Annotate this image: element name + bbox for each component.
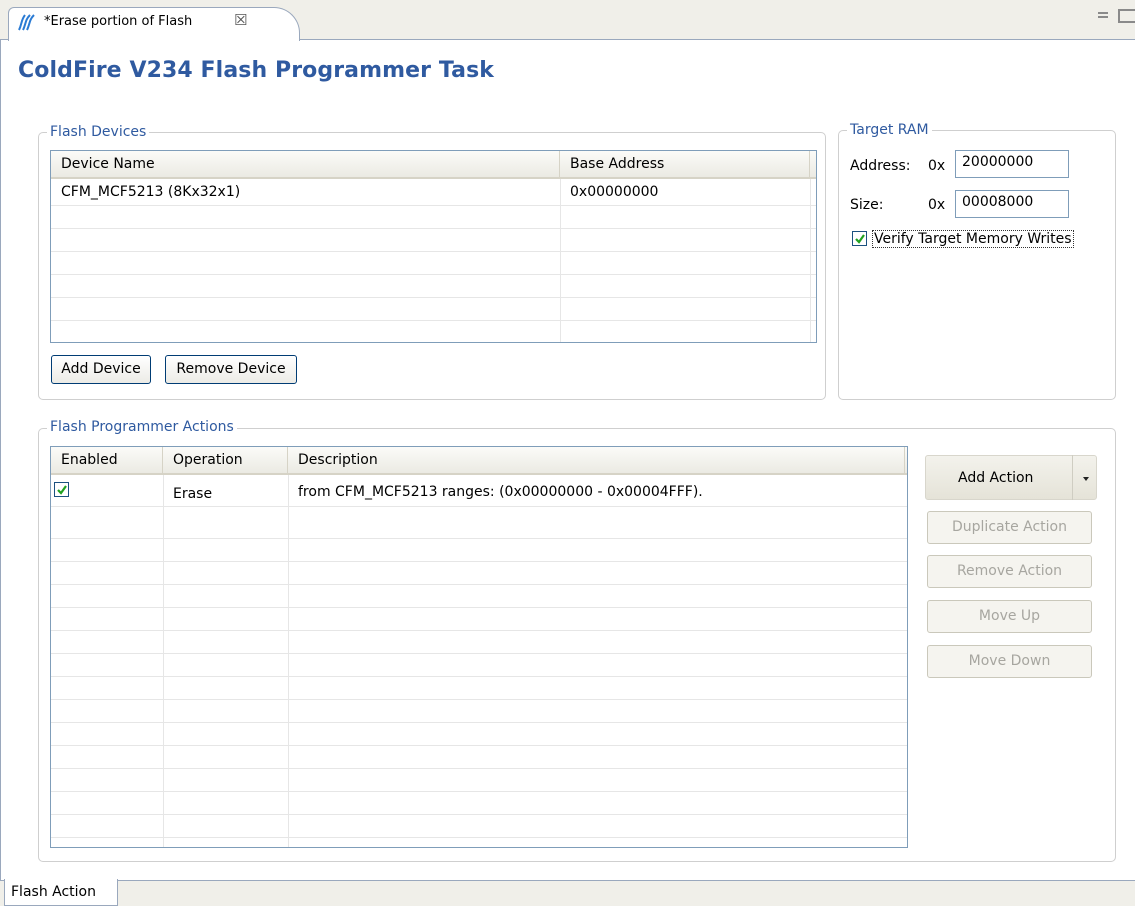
table-cell-operation[interactable]: Erase xyxy=(173,486,212,502)
table-cell-base-address[interactable]: 0x00000000 xyxy=(570,184,658,200)
minimize-icon[interactable] xyxy=(1096,9,1110,21)
column-header-description[interactable]: Description xyxy=(288,447,905,473)
move-down-button[interactable]: Move Down xyxy=(927,645,1092,678)
verify-checkbox[interactable] xyxy=(852,231,867,246)
column-header-base-address[interactable]: Base Address xyxy=(560,151,810,177)
page-title: ColdFire V234 Flash Programmer Task xyxy=(18,58,495,83)
column-header-enabled[interactable]: Enabled xyxy=(51,447,163,473)
size-field[interactable]: 00008000 xyxy=(955,190,1069,218)
add-action-label[interactable]: Add Action xyxy=(958,470,1033,486)
size-prefix: 0x xyxy=(928,197,946,213)
size-label: Size: xyxy=(850,197,884,213)
remove-action-button[interactable]: Remove Action xyxy=(927,555,1092,588)
tab-flash-action-label[interactable]: Flash Action xyxy=(11,884,96,900)
add-device-button[interactable]: Add Device xyxy=(51,355,151,384)
column-header-device-name[interactable]: Device Name xyxy=(51,151,560,177)
verify-label[interactable]: Verify Target Memory Writes xyxy=(872,230,1074,248)
add-action-dropdown[interactable] xyxy=(1074,455,1097,500)
coldfire-task-icon xyxy=(16,12,36,32)
split-divider xyxy=(1072,455,1073,500)
chevron-down-icon xyxy=(1083,477,1089,481)
editor-tab-title[interactable]: *Erase portion of Flash xyxy=(44,14,192,29)
maximize-icon[interactable] xyxy=(1118,9,1135,23)
actions-table[interactable]: Enabled Operation Description Erase from… xyxy=(50,446,908,848)
close-icon[interactable]: ☒ xyxy=(234,11,247,29)
flash-actions-legend: Flash Programmer Actions xyxy=(47,419,237,435)
column-header-operation[interactable]: Operation xyxy=(163,447,288,473)
flash-devices-legend: Flash Devices xyxy=(47,124,150,140)
move-up-button[interactable]: Move Up xyxy=(927,600,1092,633)
table-cell-device-name[interactable]: CFM_MCF5213 (8Kx32x1) xyxy=(61,184,240,200)
action-enabled-checkbox[interactable] xyxy=(54,482,69,497)
table-cell-description[interactable]: from CFM_MCF5213 ranges: (0x00000000 - 0… xyxy=(298,484,703,500)
address-label: Address: xyxy=(850,158,911,174)
address-prefix: 0x xyxy=(928,158,946,174)
editor-border xyxy=(0,40,4,882)
bottom-tab-bar xyxy=(0,880,1135,906)
remove-device-button[interactable]: Remove Device xyxy=(165,355,297,384)
duplicate-action-button[interactable]: Duplicate Action xyxy=(927,511,1092,544)
table-header: Enabled Operation Description xyxy=(51,447,907,475)
target-ram-legend: Target RAM xyxy=(847,122,932,138)
table-header: Device Name Base Address xyxy=(51,151,816,179)
flash-devices-table[interactable]: Device Name Base Address CFM_MCF5213 (8K… xyxy=(50,150,817,343)
address-field[interactable]: 20000000 xyxy=(955,150,1069,178)
